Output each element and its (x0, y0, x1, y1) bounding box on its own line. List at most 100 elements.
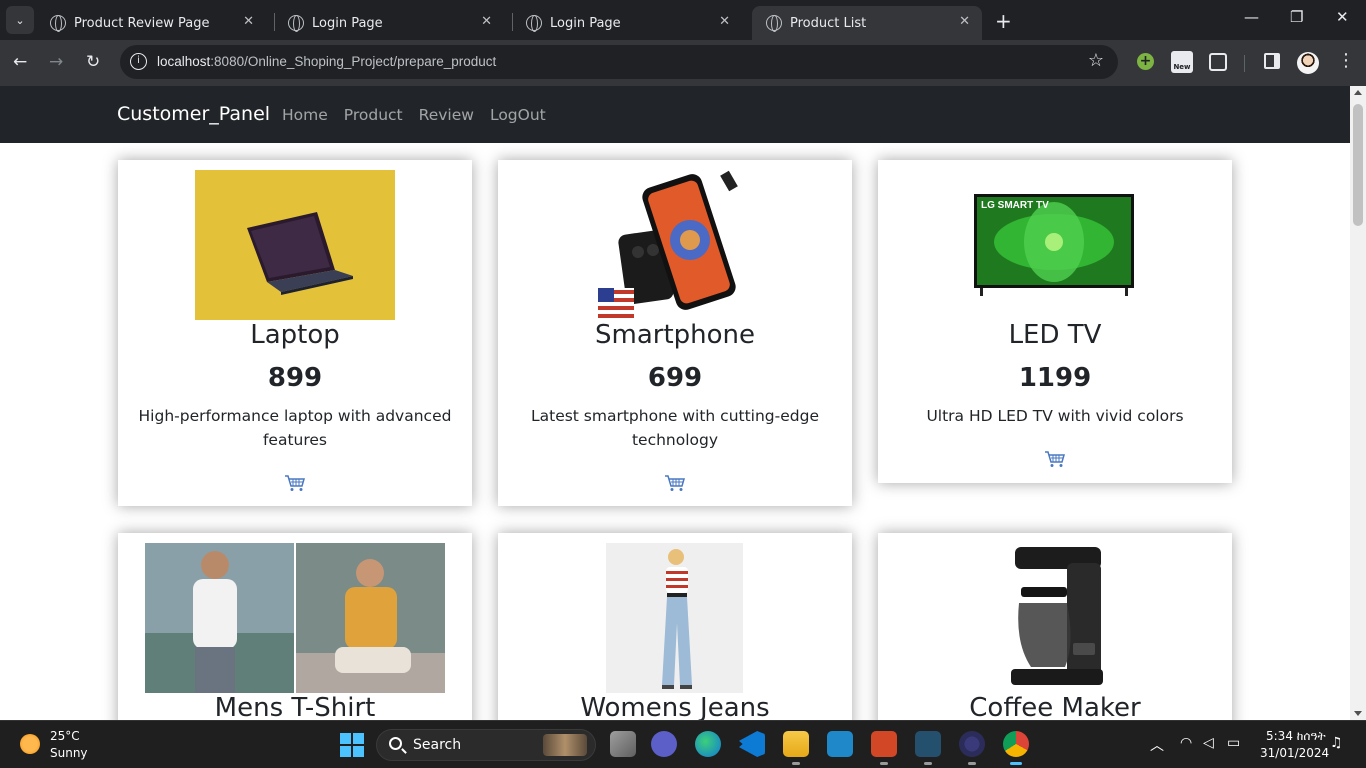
close-window-button[interactable]: ✕ (1336, 8, 1349, 26)
scroll-down-arrow-icon[interactable] (1354, 711, 1362, 716)
chrome-icon[interactable] (1003, 731, 1029, 765)
forward-button[interactable]: → (49, 52, 63, 72)
address-bar[interactable]: i localhost:8080/Online_Shoping_Project/… (120, 45, 1118, 79)
product-image-smartphone (598, 170, 752, 320)
windows-start-icon[interactable] (340, 733, 364, 757)
nav-link-logout[interactable]: LogOut (490, 106, 546, 124)
sun-icon[interactable] (20, 734, 40, 754)
page-scrollbar[interactable] (1350, 86, 1366, 720)
globe-icon (288, 15, 304, 32)
weather-description[interactable]: Sunny (50, 746, 88, 760)
product-price: 899 (267, 363, 323, 393)
product-description: Ultra HD LED TV with vivid colors (926, 407, 1184, 425)
tab-product-list[interactable]: Product List ✕ (752, 6, 982, 40)
product-name: LED TV (1008, 320, 1102, 350)
battery-icon[interactable]: ▭ (1227, 735, 1240, 751)
profile-avatar[interactable] (1297, 52, 1319, 74)
side-panel-icon[interactable] (1264, 53, 1280, 69)
shopping-cart-icon[interactable] (284, 474, 306, 492)
search-icon (389, 737, 402, 750)
clock-date[interactable]: 31/01/2024 (1260, 746, 1329, 760)
wifi-icon[interactable]: ◠ (1180, 735, 1192, 751)
page-viewport: Customer_Panel Home Product Review LogOu… (0, 86, 1366, 720)
clock-time[interactable]: 5:34 ከሰዓት (1266, 729, 1326, 744)
product-name: Mens T-Shirt (214, 693, 376, 720)
product-card-mens-tshirt: Mens T-Shirt (118, 533, 472, 720)
search-label: Search (413, 737, 462, 753)
product-card-womens-jeans: Womens Jeans (498, 533, 852, 720)
shopping-cart-icon[interactable] (664, 474, 686, 492)
tab-title: Login Page (312, 15, 383, 31)
extensions-puzzle-icon[interactable] (1209, 53, 1227, 71)
bookmark-star-icon[interactable]: ☆ (1088, 50, 1104, 71)
product-image-laptop (195, 170, 395, 320)
new-tab-button[interactable]: + (995, 9, 1012, 33)
browser-menu-icon[interactable]: ⋮ (1337, 50, 1355, 71)
edge-browser-icon[interactable] (695, 731, 721, 757)
scroll-up-arrow-icon[interactable] (1354, 90, 1362, 95)
file-explorer-icon[interactable] (783, 731, 809, 765)
product-name: Smartphone (594, 320, 755, 350)
tray-overflow-chevron-icon[interactable]: ︿ (1150, 735, 1164, 755)
restore-button[interactable]: ❐ (1290, 8, 1303, 26)
product-name: Laptop (250, 320, 340, 350)
tab-login-1[interactable]: Login Page ✕ (274, 6, 504, 40)
os-taskbar: 25°C Sunny Search ︿ ◠ ◁ ▭ 5:34 ከሰዓት 31/0… (0, 720, 1366, 768)
chat-icon[interactable] (651, 731, 677, 757)
eclipse-icon[interactable] (959, 731, 985, 765)
extension-new-icon[interactable]: New (1171, 51, 1193, 73)
scrollbar-thumb[interactable] (1353, 104, 1363, 226)
minimize-button[interactable]: — (1244, 8, 1259, 26)
product-image-womens-jeans (606, 543, 743, 693)
site-info-icon[interactable]: i (130, 53, 147, 70)
extension-green-icon[interactable]: + (1137, 53, 1154, 70)
globe-icon (50, 15, 66, 32)
url-path: :8080/Online_Shoping_Project/prepare_pro… (210, 54, 497, 69)
shopping-cart-icon[interactable] (1044, 450, 1066, 468)
url-text[interactable]: localhost:8080/Online_Shoping_Project/pr… (157, 54, 496, 69)
browser-toolbar: ← → ↻ i localhost:8080/Online_Shoping_Pr… (0, 40, 1366, 86)
nav-link-product[interactable]: Product (344, 106, 403, 124)
notification-bell-icon[interactable]: ♫ (1330, 735, 1343, 751)
product-card-smartphone: Smartphone 699 Latest smartphone with cu… (498, 160, 852, 506)
tv-screen-label: LG SMART TV (981, 200, 1049, 211)
product-name: Coffee Maker (969, 693, 1141, 720)
nav-link-home[interactable]: Home (282, 106, 328, 124)
mysql-workbench-icon[interactable] (915, 731, 941, 765)
tab-product-review[interactable]: Product Review Page ✕ (36, 6, 266, 40)
product-card-laptop: Laptop 899 High-performance laptop with … (118, 160, 472, 506)
toolbar-divider (1244, 55, 1245, 72)
nav-link-review[interactable]: Review (419, 106, 474, 124)
navbar-brand[interactable]: Customer_Panel (117, 103, 270, 125)
weather-temperature[interactable]: 25°C (50, 729, 80, 743)
tab-close-icon[interactable]: ✕ (481, 14, 492, 29)
tab-login-2[interactable]: Login Page ✕ (512, 6, 742, 40)
tab-close-icon[interactable]: ✕ (243, 14, 254, 29)
tab-close-icon[interactable]: ✕ (959, 14, 970, 29)
product-image-mens-tshirt (145, 543, 445, 693)
vscode-icon[interactable] (739, 731, 765, 757)
url-host: localhost (157, 54, 211, 69)
product-description: Latest smartphone with cutting-edge tech… (530, 407, 819, 449)
globe-icon (526, 15, 542, 32)
navbar: Customer_Panel Home Product Review LogOu… (0, 86, 1350, 143)
tab-title: Product List (790, 15, 867, 31)
tab-title: Product Review Page (74, 15, 210, 31)
product-name: Womens Jeans (580, 693, 770, 720)
monitor-app-icon[interactable] (827, 731, 853, 757)
tab-close-icon[interactable]: ✕ (719, 14, 730, 29)
reload-button[interactable]: ↻ (86, 52, 100, 72)
taskbar-search[interactable]: Search (376, 729, 596, 761)
back-button[interactable]: ← (13, 52, 27, 72)
globe-icon (766, 15, 782, 32)
product-image-led-tv: LG SMART TV (944, 170, 1168, 320)
volume-icon[interactable]: ◁ (1203, 735, 1214, 751)
product-card-coffee-maker: Coffee Maker (878, 533, 1232, 720)
tab-search-button[interactable]: ⌄ (6, 6, 34, 34)
product-price: 1199 (1018, 363, 1092, 393)
browser-tab-bar: ⌄ Product Review Page ✕ Login Page ✕ Log… (0, 0, 1366, 40)
task-view-icon[interactable] (610, 731, 636, 757)
powerpoint-icon[interactable] (871, 731, 897, 765)
tab-title: Login Page (550, 15, 621, 31)
product-price: 699 (647, 363, 703, 393)
